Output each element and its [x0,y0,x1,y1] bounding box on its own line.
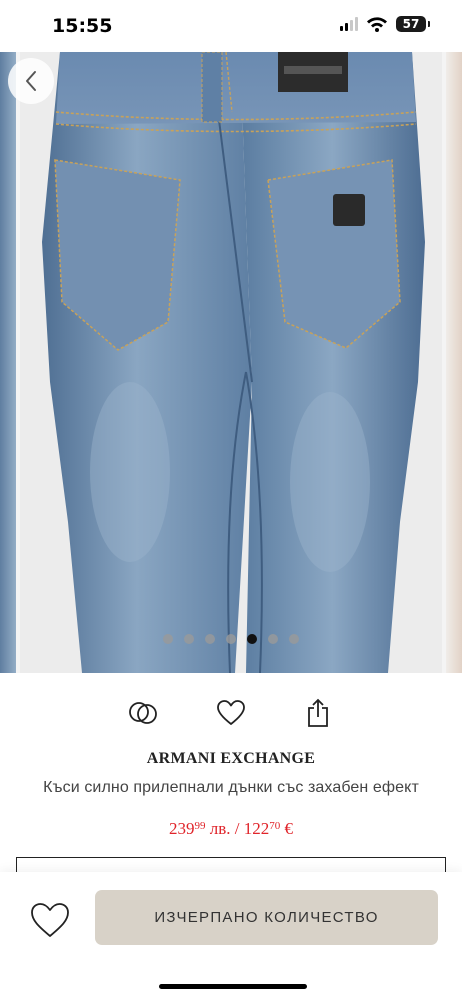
share-button[interactable] [301,696,335,730]
gallery-dot[interactable] [247,634,257,644]
gallery-dot[interactable] [184,634,194,644]
share-icon [308,698,328,727]
price-separator: / [234,819,240,838]
home-indicator [159,984,307,989]
heart-icon [31,903,69,937]
bottom-favorite-button[interactable] [26,896,74,944]
product-price: 23999 лв. / 12270 € [0,819,462,839]
price-eur-currency: € [284,819,294,838]
gallery-dot[interactable] [205,634,215,644]
price-bgn-main: 239 [169,819,195,838]
price-bgn-cents: 99 [194,820,206,832]
price-eur-cents: 70 [269,820,281,832]
product-image[interactable] [20,52,442,673]
status-time: 15:55 [52,15,113,37]
product-actions [0,696,462,730]
status-icons: 57 [340,16,430,32]
compare-button[interactable] [126,696,160,730]
battery-icon: 57 [396,16,430,32]
status-bar: 15:55 57 [0,0,462,52]
heart-icon [217,700,245,725]
bottom-action-bar: ИЗЧЕРПАНО КОЛИЧЕСТВО [0,872,462,999]
gallery-dot[interactable] [226,634,236,644]
chevron-left-icon [26,71,36,91]
price-bgn-currency: лв. [209,819,231,838]
previous-image-peek[interactable] [0,52,16,673]
gallery-dot[interactable] [268,634,278,644]
gallery-pagination[interactable] [0,634,462,644]
product-title: Къси силно прилепнали дънки със захабен … [43,779,419,796]
brand-name[interactable]: ARMANI EXCHANGE [0,750,462,768]
jeans-photo [20,52,442,673]
sold-out-button[interactable]: ИЗЧЕРПАНО КОЛИЧЕСТВО [95,890,438,945]
compare-rings-icon [129,702,157,724]
next-image-peek[interactable] [446,52,462,673]
wifi-icon [367,17,387,32]
product-image-gallery[interactable] [0,52,462,673]
price-eur-main: 122 [243,819,270,838]
back-button[interactable] [8,58,54,104]
gallery-dot[interactable] [289,634,299,644]
gallery-dot[interactable] [163,634,173,644]
favorite-button[interactable] [214,696,248,730]
cellular-signal-icon [340,17,358,31]
